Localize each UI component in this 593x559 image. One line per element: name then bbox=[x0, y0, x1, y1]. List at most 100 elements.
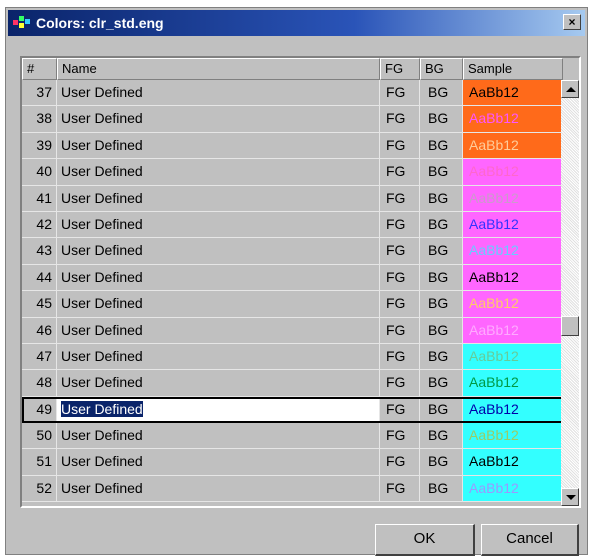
column-header-bg[interactable]: BG bbox=[420, 58, 463, 80]
column-header-num[interactable]: # bbox=[22, 58, 57, 80]
sample-cell: AaBb12 bbox=[463, 106, 563, 133]
fg-cell[interactable]: FG bbox=[380, 159, 420, 186]
table-row[interactable]: 45 User Defined FG BG AaBb12 bbox=[22, 291, 563, 318]
grid-header: # Name FG BG Sample bbox=[22, 58, 563, 80]
row-number: 42 bbox=[22, 211, 57, 239]
bg-cell[interactable]: BG bbox=[420, 159, 463, 186]
bg-cell[interactable]: BG bbox=[420, 449, 463, 476]
bg-cell[interactable]: BG bbox=[420, 211, 463, 239]
color-name-cell[interactable]: User Defined bbox=[57, 343, 380, 371]
color-name-cell[interactable]: User Defined bbox=[57, 106, 380, 133]
color-name-cell[interactable]: User Defined bbox=[57, 423, 380, 450]
color-name: User Defined bbox=[61, 242, 143, 259]
sample-cell: AaBb12 bbox=[463, 396, 563, 424]
color-name: User Defined bbox=[61, 347, 143, 364]
table-row[interactable]: 48 User Defined FG BG AaBb12 bbox=[22, 370, 563, 397]
ok-button[interactable]: OK bbox=[375, 524, 475, 556]
color-name-cell[interactable]: User Defined bbox=[57, 159, 380, 186]
fg-cell[interactable]: FG bbox=[380, 185, 420, 212]
bg-cell[interactable]: BG bbox=[420, 106, 463, 133]
row-number: 47 bbox=[22, 343, 57, 371]
bg-cell[interactable]: BG bbox=[420, 80, 463, 107]
fg-cell[interactable]: FG bbox=[380, 423, 420, 450]
table-row[interactable]: 38 User Defined FG BG AaBb12 bbox=[22, 106, 563, 133]
scroll-down-button[interactable] bbox=[561, 488, 579, 506]
color-name-cell[interactable]: User Defined bbox=[57, 291, 380, 318]
table-row[interactable]: 52 User Defined FG BG AaBb12 bbox=[22, 475, 563, 503]
column-header-name[interactable]: Name bbox=[57, 58, 380, 80]
bg-cell[interactable]: BG bbox=[420, 475, 463, 503]
table-row[interactable]: 44 User Defined FG BG AaBb12 bbox=[22, 264, 563, 292]
table-row[interactable]: 39 User Defined FG BG AaBb12 bbox=[22, 132, 563, 160]
color-name-cell[interactable]: User Defined bbox=[57, 449, 380, 476]
table-row[interactable]: 42 User Defined FG BG AaBb12 bbox=[22, 211, 563, 239]
bg-cell[interactable]: BG bbox=[420, 238, 463, 265]
color-name-cell[interactable]: User Defined bbox=[57, 132, 380, 160]
color-name: User Defined bbox=[61, 110, 143, 127]
fg-cell[interactable]: FG bbox=[380, 211, 420, 239]
column-header-fg[interactable]: FG bbox=[380, 58, 420, 80]
table-row[interactable]: 50 User Defined FG BG AaBb12 bbox=[22, 423, 563, 450]
sample-cell: AaBb12 bbox=[463, 185, 563, 212]
color-name-cell[interactable]: User Defined bbox=[57, 317, 380, 344]
bg-cell[interactable]: BG bbox=[420, 370, 463, 397]
fg-cell[interactable]: FG bbox=[380, 80, 420, 107]
sample-cell: AaBb12 bbox=[463, 132, 563, 160]
bg-cell[interactable]: BG bbox=[420, 185, 463, 212]
scroll-thumb[interactable] bbox=[561, 316, 579, 336]
color-name-cell[interactable]: User Defined bbox=[57, 211, 380, 239]
bg-cell[interactable]: BG bbox=[420, 132, 463, 160]
color-name: User Defined bbox=[61, 189, 143, 206]
row-number: 51 bbox=[22, 449, 57, 476]
fg-cell[interactable]: FG bbox=[380, 106, 420, 133]
color-name: User Defined bbox=[61, 268, 143, 285]
fg-cell[interactable]: FG bbox=[380, 343, 420, 371]
column-header-sample[interactable]: Sample bbox=[463, 58, 563, 80]
bg-cell[interactable]: BG bbox=[420, 264, 463, 292]
table-row[interactable]: 51 User Defined FG BG AaBb12 bbox=[22, 449, 563, 476]
title-bar: Colors: clr_std.eng × bbox=[8, 10, 585, 36]
window-title: Colors: clr_std.eng bbox=[36, 15, 164, 31]
color-name-cell[interactable]: User Defined bbox=[57, 238, 380, 265]
sample-cell: AaBb12 bbox=[463, 291, 563, 318]
bg-cell[interactable]: BG bbox=[420, 423, 463, 450]
fg-cell[interactable]: FG bbox=[380, 291, 420, 318]
sample-cell: AaBb12 bbox=[463, 238, 563, 265]
table-row[interactable]: 47 User Defined FG BG AaBb12 bbox=[22, 343, 563, 371]
color-name-cell[interactable]: User Defined bbox=[57, 80, 380, 107]
bg-cell[interactable]: BG bbox=[420, 396, 463, 424]
sample-cell: AaBb12 bbox=[463, 449, 563, 476]
cancel-button[interactable]: Cancel bbox=[481, 524, 579, 556]
color-name-cell[interactable]: User Defined bbox=[57, 370, 380, 397]
table-row[interactable]: 37 User Defined FG BG AaBb12 bbox=[22, 80, 563, 107]
fg-cell[interactable]: FG bbox=[380, 370, 420, 397]
bg-cell[interactable]: BG bbox=[420, 317, 463, 344]
color-grid[interactable]: # Name FG BG Sample 37 User Defined FG BG Aa… bbox=[20, 56, 581, 508]
fg-cell[interactable]: FG bbox=[380, 449, 420, 476]
table-row[interactable]: 46 User Defined FG BG AaBb12 bbox=[22, 317, 563, 344]
fg-cell[interactable]: FG bbox=[380, 238, 420, 265]
table-row[interactable]: 41 User Defined FG BG AaBb12 bbox=[22, 185, 563, 212]
fg-cell[interactable]: FG bbox=[380, 475, 420, 503]
close-icon[interactable]: × bbox=[563, 14, 581, 30]
fg-cell[interactable]: FG bbox=[380, 132, 420, 160]
color-name-cell[interactable]: User Defined bbox=[57, 475, 380, 503]
scroll-up-button[interactable] bbox=[561, 80, 579, 98]
fg-cell[interactable]: FG bbox=[380, 317, 420, 344]
bg-cell[interactable]: BG bbox=[420, 343, 463, 371]
table-row[interactable]: 43 User Defined FG BG AaBb12 bbox=[22, 238, 563, 265]
sample-cell: AaBb12 bbox=[463, 80, 563, 107]
color-name-cell[interactable]: User Defined bbox=[57, 264, 380, 292]
sample-cell: AaBb12 bbox=[463, 317, 563, 344]
row-number: 46 bbox=[22, 317, 57, 344]
color-name: User Defined bbox=[61, 479, 143, 496]
color-name-cell[interactable]: User Defined bbox=[57, 396, 380, 424]
table-row[interactable]: 40 User Defined FG BG AaBb12 bbox=[22, 159, 563, 186]
grid-rows: 37 User Defined FG BG AaBb12 38 User Defined FG… bbox=[22, 80, 563, 503]
table-row[interactable]: 49 User Defined FG BG AaBb12 bbox=[22, 396, 563, 424]
vertical-scrollbar[interactable] bbox=[561, 80, 579, 506]
color-name-cell[interactable]: User Defined bbox=[57, 185, 380, 212]
bg-cell[interactable]: BG bbox=[420, 291, 463, 318]
fg-cell[interactable]: FG bbox=[380, 264, 420, 292]
fg-cell[interactable]: FG bbox=[380, 396, 420, 424]
